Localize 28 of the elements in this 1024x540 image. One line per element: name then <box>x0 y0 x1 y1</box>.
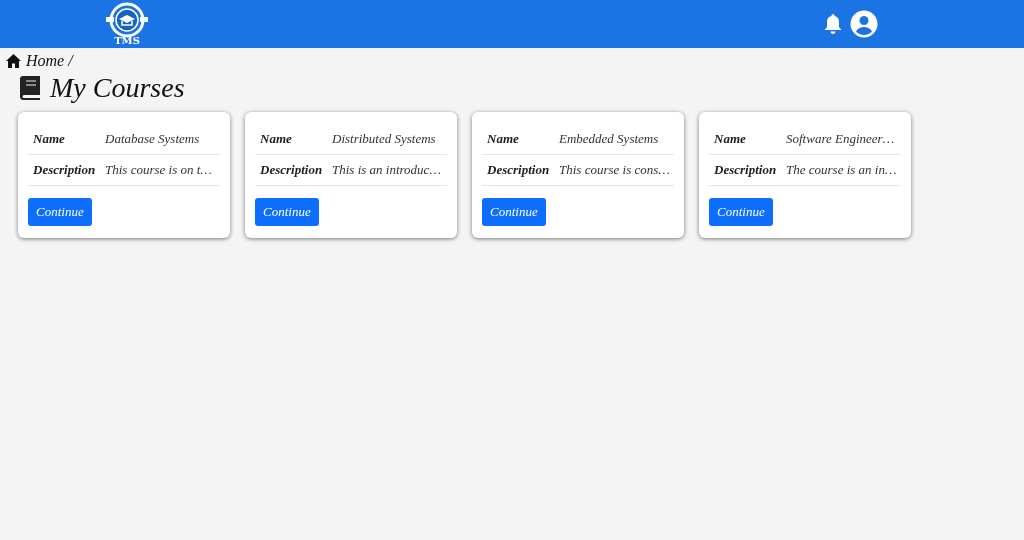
continue-button[interactable]: Continue <box>482 198 546 226</box>
continue-button[interactable]: Continue <box>28 198 92 226</box>
continue-button[interactable]: Continue <box>255 198 319 226</box>
continue-button[interactable]: Continue <box>709 198 773 226</box>
graduation-cap-emblem-icon <box>105 2 149 38</box>
course-description: This course is on t… <box>105 162 212 178</box>
breadcrumb-link[interactable]: Home / <box>26 52 73 70</box>
field-label: Description <box>33 162 97 178</box>
field-label: Description <box>487 162 551 178</box>
logo-text: TMS <box>114 36 140 46</box>
course-description: This is an introduc… <box>332 162 441 178</box>
course-name: Distributed Systems <box>332 131 436 147</box>
field-label: Name <box>487 131 520 147</box>
home-icon <box>6 54 21 68</box>
course-name: Software Engineer… <box>786 131 895 147</box>
bell-icon[interactable] <box>824 13 842 35</box>
field-label: Description <box>260 162 324 178</box>
page-title: My Courses <box>50 72 185 104</box>
book-icon <box>20 76 40 100</box>
field-label: Name <box>33 131 66 147</box>
course-name: Embedded Systems <box>559 131 659 147</box>
user-avatar-icon[interactable] <box>850 10 878 38</box>
course-description: This course is cons… <box>559 162 670 178</box>
course-description: The course is an in… <box>786 162 897 178</box>
field-label: Description <box>714 162 778 178</box>
course-name: Database Systems <box>105 131 200 147</box>
field-label: Name <box>714 131 747 147</box>
field-label: Name <box>260 131 293 147</box>
